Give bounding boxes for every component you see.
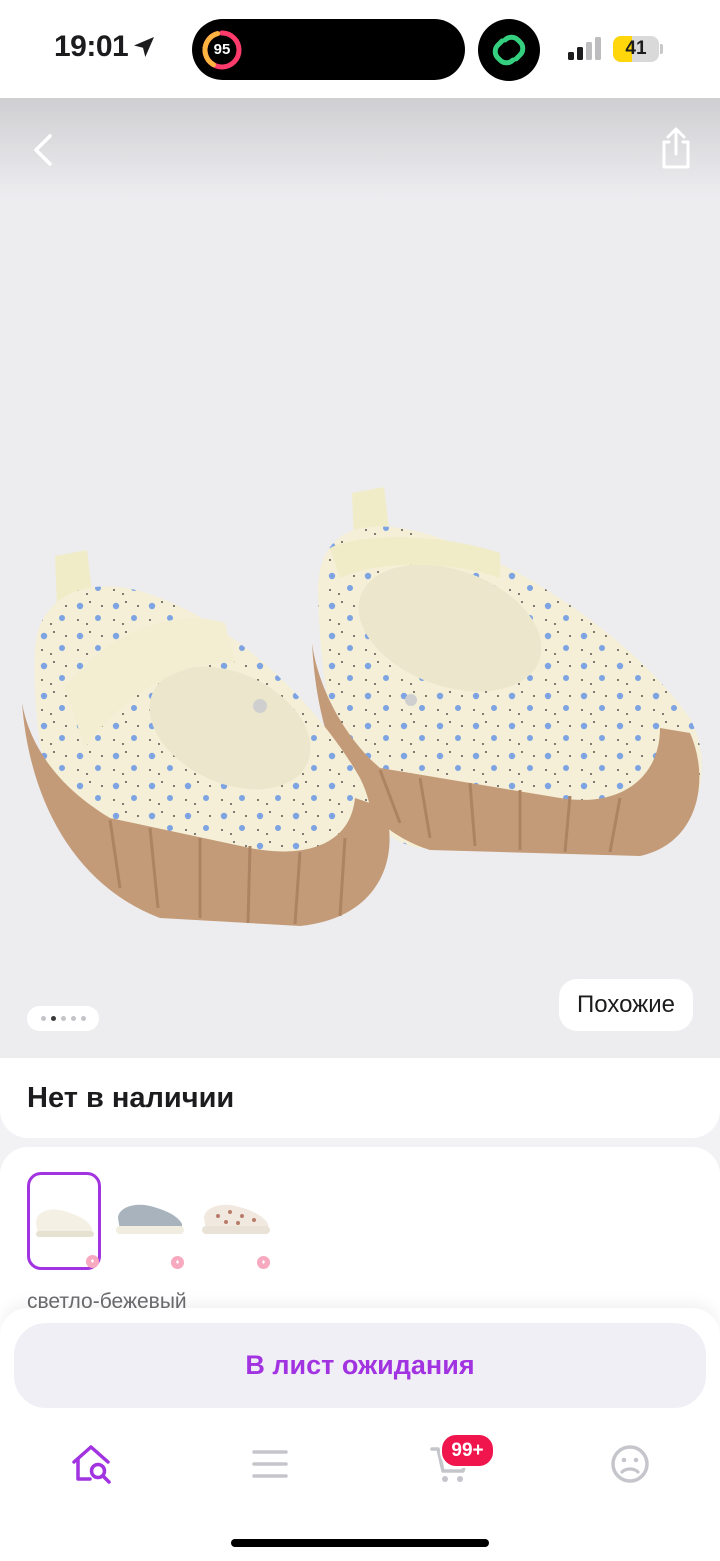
link-icon	[492, 34, 526, 66]
home-search-icon[interactable]	[70, 1443, 112, 1485]
catalog-menu-icon[interactable]	[249, 1443, 291, 1485]
product-photo[interactable]	[0, 478, 720, 958]
activity-ring-value: 95	[213, 41, 231, 58]
status-bar: 19:01 95 41	[0, 0, 720, 98]
gallery-top-gradient	[0, 98, 720, 198]
linked-app-indicator	[478, 19, 540, 81]
right-shoe	[312, 487, 702, 856]
variant-shoe-image	[36, 1209, 94, 1237]
page-dot	[40, 1016, 46, 1021]
share-icon[interactable]	[652, 124, 700, 172]
page-dot	[70, 1016, 76, 1021]
variant-tag-icon: ♦	[171, 1256, 184, 1269]
status-time: 19:01	[54, 30, 129, 63]
profile-icon[interactable]	[609, 1443, 651, 1485]
cart-count-badge: 99+	[440, 1433, 495, 1468]
location-arrow-icon	[134, 37, 154, 57]
home-indicator[interactable]	[231, 1539, 489, 1547]
waitlist-button[interactable]: В лист ожидания	[14, 1323, 706, 1408]
page-dot	[50, 1016, 56, 1021]
back-chevron-icon[interactable]	[22, 128, 66, 172]
page-dot	[60, 1016, 66, 1021]
battery-level: 41	[625, 38, 647, 59]
variant-shoe-image	[116, 1204, 184, 1234]
gallery-page-indicator	[27, 1006, 99, 1031]
battery-icon: 41	[613, 36, 659, 62]
variant-shoe-image	[202, 1204, 270, 1234]
battery-tip	[660, 44, 663, 54]
variant-tag-icon: ♦	[86, 1255, 99, 1268]
product-image-gallery[interactable]	[0, 98, 720, 1060]
cellular-signal-icon	[568, 37, 601, 60]
availability-status: Нет в наличии	[27, 1082, 235, 1114]
page-dot	[80, 1016, 86, 1021]
variant-tag-icon: ♦	[257, 1256, 270, 1269]
similar-products-button[interactable]: Похожие	[559, 979, 693, 1031]
